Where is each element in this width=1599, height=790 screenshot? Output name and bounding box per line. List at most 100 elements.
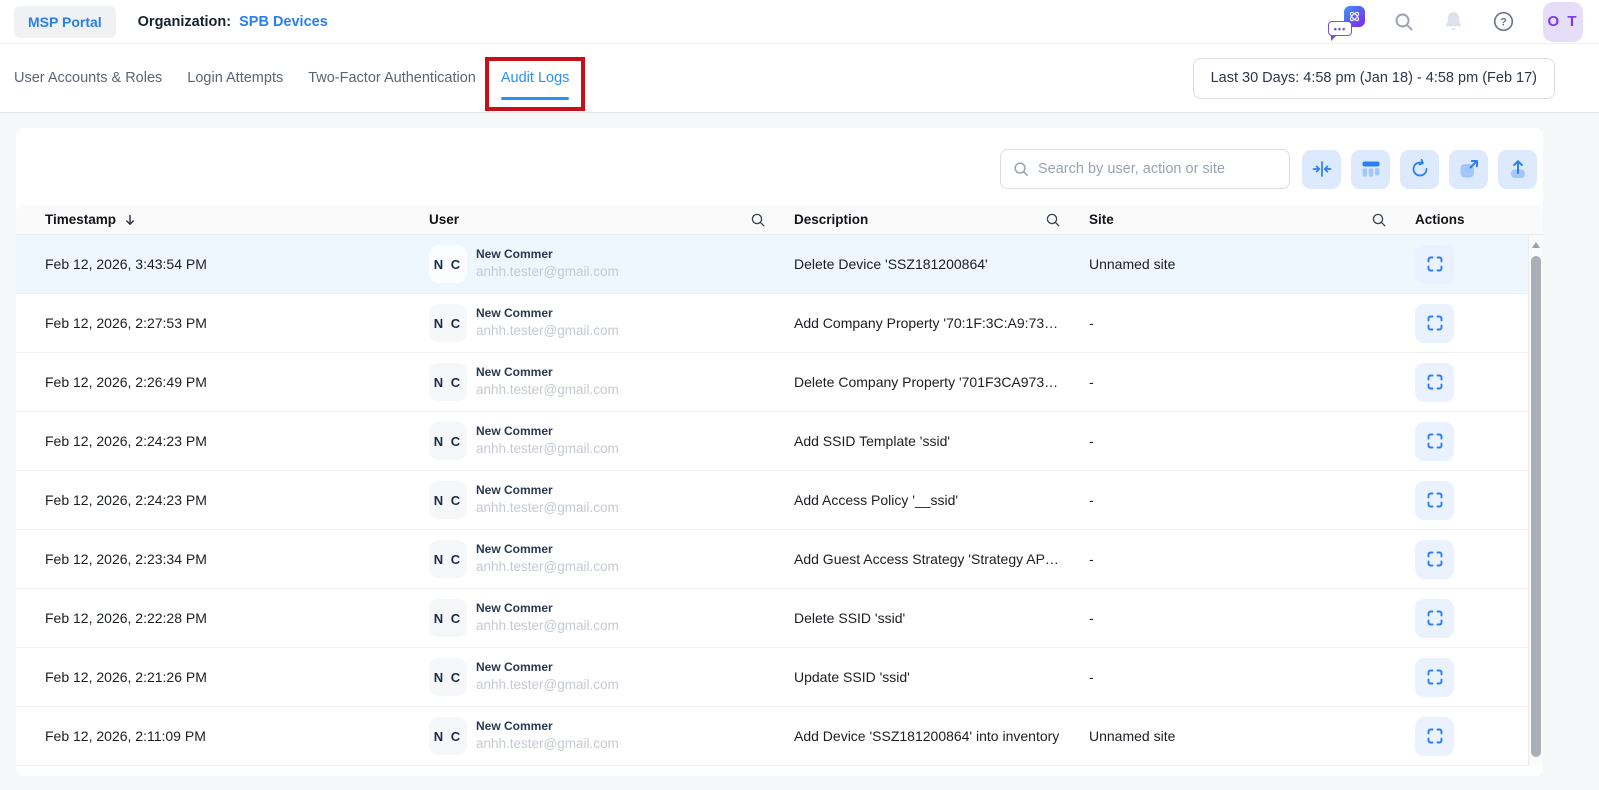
organization-label: Organization: bbox=[137, 13, 232, 30]
description-column-search-button[interactable] bbox=[1045, 212, 1061, 228]
table-row[interactable]: Feb 12, 2026, 3:43:54 PM N C New Commer … bbox=[16, 235, 1543, 294]
table-row[interactable]: Feb 12, 2026, 2:24:23 PM N C New Commer … bbox=[16, 412, 1543, 471]
actions-cell bbox=[1415, 716, 1543, 756]
user-cell: N C New Commer anhh.tester@gmail.com bbox=[429, 540, 794, 578]
user-avatar: N C bbox=[429, 599, 467, 637]
expand-row-button[interactable] bbox=[1415, 716, 1454, 756]
table-row[interactable]: Feb 12, 2026, 2:22:28 PM N C New Commer … bbox=[16, 589, 1543, 648]
timestamp-value: Feb 12, 2026, 2:22:28 PM bbox=[45, 610, 207, 626]
export-icon bbox=[1510, 160, 1525, 178]
notifications-button[interactable] bbox=[1443, 10, 1464, 33]
table-toolbar bbox=[16, 128, 1543, 205]
site-value: - bbox=[1089, 433, 1094, 449]
description-value: Add Guest Access Strategy 'Strategy AP-7… bbox=[794, 551, 1061, 567]
user-avatar: N C bbox=[429, 717, 467, 755]
site-cell: - bbox=[1089, 374, 1415, 390]
site-value: - bbox=[1089, 315, 1094, 331]
scrollbar[interactable] bbox=[1528, 235, 1543, 766]
export-button[interactable] bbox=[1498, 149, 1537, 189]
site-value: - bbox=[1089, 492, 1094, 508]
table-header-row: Timestamp User Description Site Actions bbox=[16, 205, 1543, 235]
header-actions: ••• ? O T bbox=[1328, 1, 1583, 42]
search-input[interactable] bbox=[1038, 161, 1277, 177]
site-column-search-button[interactable] bbox=[1371, 212, 1387, 228]
user-avatar[interactable]: O T bbox=[1543, 1, 1583, 42]
expand-row-button[interactable] bbox=[1415, 539, 1454, 579]
user-email: anhh.tester@gmail.com bbox=[476, 499, 619, 515]
description-cell: Add SSID Template 'ssid' bbox=[794, 433, 1089, 449]
expand-row-button[interactable] bbox=[1415, 657, 1454, 697]
expand-row-button[interactable] bbox=[1415, 480, 1454, 520]
tab-audit-logs[interactable]: Audit Logs bbox=[484, 57, 586, 111]
table-search-box[interactable] bbox=[1000, 149, 1290, 189]
column-header-description[interactable]: Description bbox=[794, 212, 1089, 228]
actions-cell bbox=[1415, 421, 1543, 461]
expand-row-button[interactable] bbox=[1415, 362, 1454, 402]
tab-two-factor-authentication[interactable]: Two-Factor Authentication bbox=[308, 68, 476, 88]
user-column-search-button[interactable] bbox=[750, 212, 766, 228]
user-avatar: N C bbox=[429, 422, 467, 460]
organization-name-link[interactable]: SPB Devices bbox=[239, 14, 328, 30]
expand-row-button[interactable] bbox=[1415, 598, 1454, 638]
expand-row-button[interactable] bbox=[1415, 421, 1454, 461]
expand-icon bbox=[1427, 256, 1442, 272]
table-row[interactable]: Feb 12, 2026, 2:21:26 PM N C New Commer … bbox=[16, 648, 1543, 707]
expand-icon bbox=[1427, 492, 1442, 508]
timestamp-header-label: Timestamp bbox=[45, 212, 117, 227]
actions-cell bbox=[1415, 539, 1543, 579]
scrollbar-up-arrow-icon[interactable] bbox=[1532, 242, 1540, 248]
user-name: New Commer bbox=[476, 601, 553, 616]
user-initials: N C bbox=[433, 256, 463, 272]
site-cell: - bbox=[1089, 551, 1415, 567]
table-row[interactable]: Feb 12, 2026, 2:23:34 PM N C New Commer … bbox=[16, 530, 1543, 589]
collapse-columns-button[interactable] bbox=[1302, 149, 1341, 189]
user-cell: N C New Commer anhh.tester@gmail.com bbox=[429, 245, 794, 283]
actions-cell bbox=[1415, 657, 1543, 697]
tab-user-accounts-roles[interactable]: User Accounts & Roles bbox=[14, 68, 162, 88]
user-avatar: N C bbox=[429, 245, 467, 283]
open-in-new-window-button[interactable] bbox=[1449, 149, 1488, 189]
timestamp-cell: Feb 12, 2026, 3:43:54 PM bbox=[16, 256, 429, 272]
refresh-button[interactable] bbox=[1400, 149, 1439, 189]
date-range-picker[interactable]: Last 30 Days: 4:58 pm (Jan 18) - 4:58 pm… bbox=[1192, 57, 1555, 99]
open-in-new-icon bbox=[1460, 160, 1478, 178]
ai-assistant-button[interactable]: ••• bbox=[1328, 6, 1365, 41]
table-row[interactable]: Feb 12, 2026, 2:27:53 PM N C New Commer … bbox=[16, 294, 1543, 353]
column-header-user[interactable]: User bbox=[429, 212, 794, 228]
expand-row-button[interactable] bbox=[1415, 244, 1454, 284]
table-row[interactable]: Feb 12, 2026, 2:11:09 PM N C New Commer … bbox=[16, 707, 1543, 766]
column-header-actions: Actions bbox=[1415, 212, 1543, 227]
user-cell: N C New Commer anhh.tester@gmail.com bbox=[429, 599, 794, 637]
column-header-timestamp[interactable]: Timestamp bbox=[16, 212, 429, 227]
table-row[interactable]: Feb 12, 2026, 2:26:49 PM N C New Commer … bbox=[16, 353, 1543, 412]
user-name: New Commer bbox=[476, 424, 553, 439]
description-cell: Delete Company Property '701F3CA973A1' bbox=[794, 374, 1089, 390]
description-value: Delete Company Property '701F3CA973A1' bbox=[794, 374, 1061, 390]
description-value: Add SSID Template 'ssid' bbox=[794, 433, 951, 449]
global-search-button[interactable] bbox=[1393, 11, 1415, 33]
timestamp-value: Feb 12, 2026, 2:24:23 PM bbox=[45, 492, 207, 508]
timestamp-cell: Feb 12, 2026, 2:26:49 PM bbox=[16, 374, 429, 390]
scrollbar-thumb[interactable] bbox=[1531, 256, 1541, 757]
msp-portal-button[interactable]: MSP Portal bbox=[14, 5, 116, 38]
description-value: Add Company Property '70:1F:3C:A9:73:A1' bbox=[794, 315, 1061, 331]
actions-cell bbox=[1415, 244, 1543, 284]
timestamp-cell: Feb 12, 2026, 2:11:09 PM bbox=[16, 728, 429, 744]
description-cell: Add Guest Access Strategy 'Strategy AP-7… bbox=[794, 551, 1089, 567]
user-email: anhh.tester@gmail.com bbox=[476, 676, 619, 692]
user-avatar: N C bbox=[429, 363, 467, 401]
manage-columns-button[interactable] bbox=[1351, 149, 1390, 189]
expand-icon bbox=[1427, 433, 1442, 449]
help-button[interactable]: ? bbox=[1492, 10, 1515, 33]
expand-row-button[interactable] bbox=[1415, 303, 1454, 343]
notifications-bell-icon bbox=[1445, 12, 1462, 30]
column-header-site[interactable]: Site bbox=[1089, 212, 1415, 228]
table-row[interactable]: Feb 12, 2026, 2:24:23 PM N C New Commer … bbox=[16, 471, 1543, 530]
user-name: New Commer bbox=[476, 542, 553, 557]
table-body: Feb 12, 2026, 3:43:54 PM N C New Commer … bbox=[16, 235, 1543, 766]
site-value: Unnamed site bbox=[1089, 728, 1176, 744]
tab-login-attempts[interactable]: Login Attempts bbox=[187, 68, 283, 88]
user-name: New Commer bbox=[476, 483, 553, 498]
user-cell: N C New Commer anhh.tester@gmail.com bbox=[429, 717, 794, 755]
site-cell: Unnamed site bbox=[1089, 256, 1415, 272]
